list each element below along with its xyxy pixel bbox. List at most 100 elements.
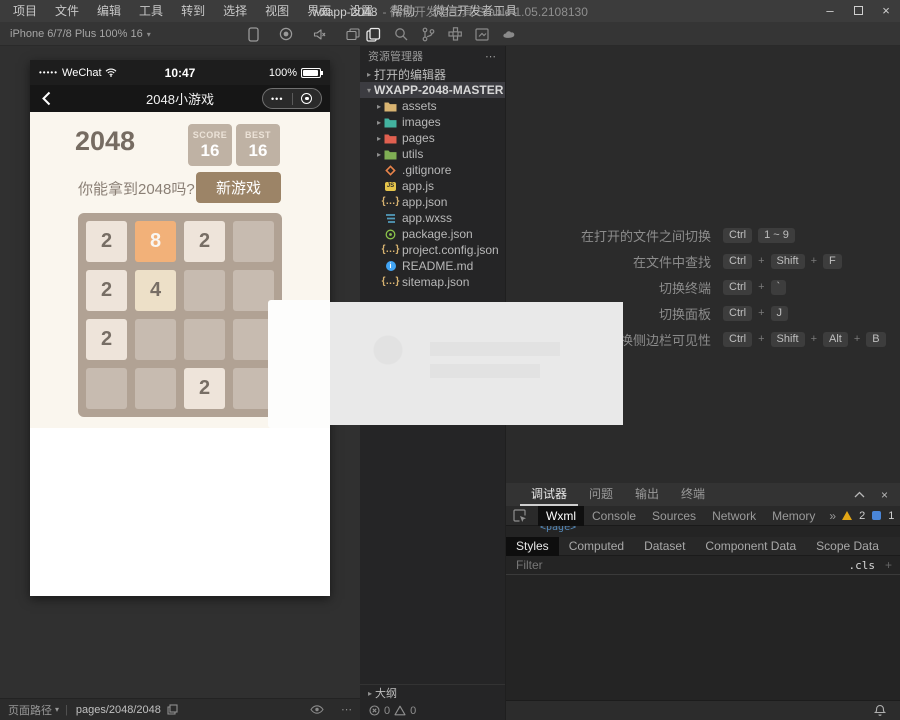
devtools-tab[interactable]: Network bbox=[704, 506, 764, 526]
hand-icon[interactable] bbox=[502, 29, 516, 40]
project-root-item[interactable]: ▾ WXAPP-2048-MASTER bbox=[360, 82, 505, 98]
errors-icon bbox=[369, 705, 380, 716]
files-icon[interactable] bbox=[366, 27, 381, 42]
maximize-button[interactable] bbox=[844, 0, 872, 22]
key-cap: Ctrl bbox=[723, 254, 752, 269]
tree-item-utils[interactable]: ▸utils bbox=[360, 146, 505, 162]
cls-toggle[interactable]: .cls bbox=[848, 559, 875, 572]
back-chevron-icon[interactable] bbox=[42, 91, 51, 106]
device-selector[interactable]: iPhone 6/7/8 Plus 100% 16 ▾ bbox=[10, 22, 151, 47]
extensions-icon[interactable] bbox=[448, 27, 462, 41]
collapse-panel-icon[interactable] bbox=[854, 491, 865, 498]
tree-item-app-wxss[interactable]: app.wxss bbox=[360, 210, 505, 226]
outline-section[interactable]: ▸ 大纲 bbox=[360, 684, 505, 701]
devtools-tab[interactable]: Sources bbox=[644, 506, 704, 526]
info-count[interactable]: 1 bbox=[888, 510, 894, 522]
maximize-icon bbox=[854, 6, 863, 15]
device-label: iPhone 6/7/8 Plus 100% 16 bbox=[10, 28, 143, 40]
debugger-tab[interactable]: 问题 bbox=[578, 483, 624, 506]
key-cap: Ctrl bbox=[723, 228, 752, 243]
filter-input[interactable] bbox=[514, 557, 848, 573]
tree-item-images[interactable]: ▸images bbox=[360, 114, 505, 130]
shortcut-row: 在文件中查找Ctrl+Shift+F bbox=[506, 248, 900, 274]
chevron-down-icon: ▾ bbox=[147, 30, 151, 39]
errors-count: 0 bbox=[384, 705, 390, 717]
more-options-icon[interactable]: ⋯ bbox=[341, 703, 352, 716]
chevron-down-icon: ▾ bbox=[364, 86, 374, 95]
bell-icon[interactable] bbox=[874, 704, 886, 717]
wxml-tree-clipped[interactable]: <page> bbox=[506, 526, 900, 537]
tree-item-app-json[interactable]: {…}app.json bbox=[360, 194, 505, 210]
close-button[interactable]: × bbox=[872, 0, 900, 22]
tile-2: 2 bbox=[184, 221, 225, 262]
tree-item-sitemap-json[interactable]: {…}sitemap.json bbox=[360, 274, 505, 290]
open-editors-section[interactable]: ▸ 打开的编辑器 bbox=[360, 66, 505, 82]
battery-icon bbox=[301, 68, 321, 78]
tree-item-app-js[interactable]: JS app.js bbox=[360, 178, 505, 194]
close-panel-icon[interactable]: × bbox=[881, 488, 888, 502]
style-tab[interactable]: Styles bbox=[506, 537, 559, 556]
git-branch-icon[interactable] bbox=[421, 27, 435, 42]
tree-item-package-json[interactable]: package.json bbox=[360, 226, 505, 242]
preview-icon[interactable] bbox=[475, 28, 489, 41]
chevron-right-icon: ▸ bbox=[374, 134, 384, 143]
tree-item-readme-md[interactable]: iREADME.md bbox=[360, 258, 505, 274]
menu-item[interactable]: 编辑 bbox=[88, 0, 130, 22]
style-tab[interactable]: Scope Data bbox=[806, 537, 889, 556]
debugger-tab[interactable]: 调试器 bbox=[520, 483, 578, 506]
menu-item[interactable]: 文件 bbox=[46, 0, 88, 22]
shortcut-row: 在打开的文件之间切换Ctrl1 ~ 9 bbox=[506, 222, 900, 248]
tree-item--gitignore[interactable]: .gitignore bbox=[360, 162, 505, 178]
wxss-icon bbox=[384, 212, 397, 224]
menu-item[interactable]: 视图 bbox=[256, 0, 298, 22]
explorer-more-icon[interactable]: ⋯ bbox=[485, 50, 497, 63]
game-grid[interactable]: 2822422 bbox=[78, 213, 282, 417]
debugger-footer bbox=[506, 700, 900, 720]
tree-item-label: app.js bbox=[402, 179, 434, 193]
tree-item-pages[interactable]: ▸pages bbox=[360, 130, 505, 146]
window-title-project: wxapp-2048 bbox=[312, 5, 377, 19]
warning-count[interactable]: 2 bbox=[859, 510, 865, 522]
tabs-overflow-icon[interactable]: » bbox=[823, 509, 842, 523]
menu-item[interactable]: 转到 bbox=[172, 0, 214, 22]
devtools-tab[interactable]: Console bbox=[584, 506, 644, 526]
style-tab[interactable]: Computed bbox=[559, 537, 634, 556]
debugger-tab[interactable]: 终端 bbox=[670, 483, 716, 506]
style-filter-row: .cls + bbox=[506, 556, 900, 575]
menu-item[interactable]: 工具 bbox=[130, 0, 172, 22]
battery-percent: 100% bbox=[269, 67, 297, 79]
search-icon[interactable] bbox=[394, 27, 408, 41]
debugger-tab[interactable]: 输出 bbox=[624, 483, 670, 506]
tree-item-project-config-json[interactable]: {…}project.config.json bbox=[360, 242, 505, 258]
tree-item-assets[interactable]: ▸assets bbox=[360, 98, 505, 114]
exit-button[interactable] bbox=[293, 93, 322, 104]
add-style-icon[interactable]: + bbox=[885, 558, 892, 572]
minimize-button[interactable]: – bbox=[816, 0, 844, 22]
copy-path-icon[interactable] bbox=[167, 704, 178, 715]
problems-summary[interactable]: 0 0 bbox=[360, 701, 505, 720]
js-icon: JS bbox=[384, 180, 397, 192]
menu-item[interactable]: 项目 bbox=[4, 0, 46, 22]
tile-empty bbox=[184, 270, 225, 311]
tile-2: 2 bbox=[184, 368, 225, 409]
menu-item[interactable]: 选择 bbox=[214, 0, 256, 22]
style-tab[interactable]: Dataset bbox=[634, 537, 695, 556]
more-button[interactable]: ••• bbox=[263, 94, 292, 104]
titlebar: 项目文件编辑工具转到选择视图界面设置帮助微信开发者工具 wxapp-2048- … bbox=[0, 0, 900, 22]
devtools-tab[interactable]: Memory bbox=[764, 506, 823, 526]
phone-nav-bar: 2048小游戏 ••• bbox=[30, 85, 330, 112]
plus-separator: + bbox=[758, 307, 764, 319]
devtools-tab[interactable]: Wxml bbox=[538, 506, 584, 526]
new-game-button[interactable]: 新游戏 bbox=[196, 172, 281, 203]
style-tab[interactable]: Component Data bbox=[695, 537, 806, 556]
page-path-label[interactable]: 页面路径 bbox=[8, 702, 52, 718]
eye-icon[interactable] bbox=[310, 705, 324, 714]
tile-empty bbox=[184, 319, 225, 360]
window-title-suffix: - 微信开发者工具 Stable 1.05.2108130 bbox=[382, 5, 587, 19]
rotate-device-icon[interactable] bbox=[248, 27, 259, 42]
inspect-element-icon[interactable] bbox=[513, 509, 527, 523]
windows-icon[interactable] bbox=[346, 28, 360, 41]
devtools-toolbar-right: 2 1 ⚙ ⋮ bbox=[842, 508, 900, 524]
record-icon[interactable] bbox=[279, 27, 293, 41]
mute-icon[interactable] bbox=[313, 28, 326, 41]
